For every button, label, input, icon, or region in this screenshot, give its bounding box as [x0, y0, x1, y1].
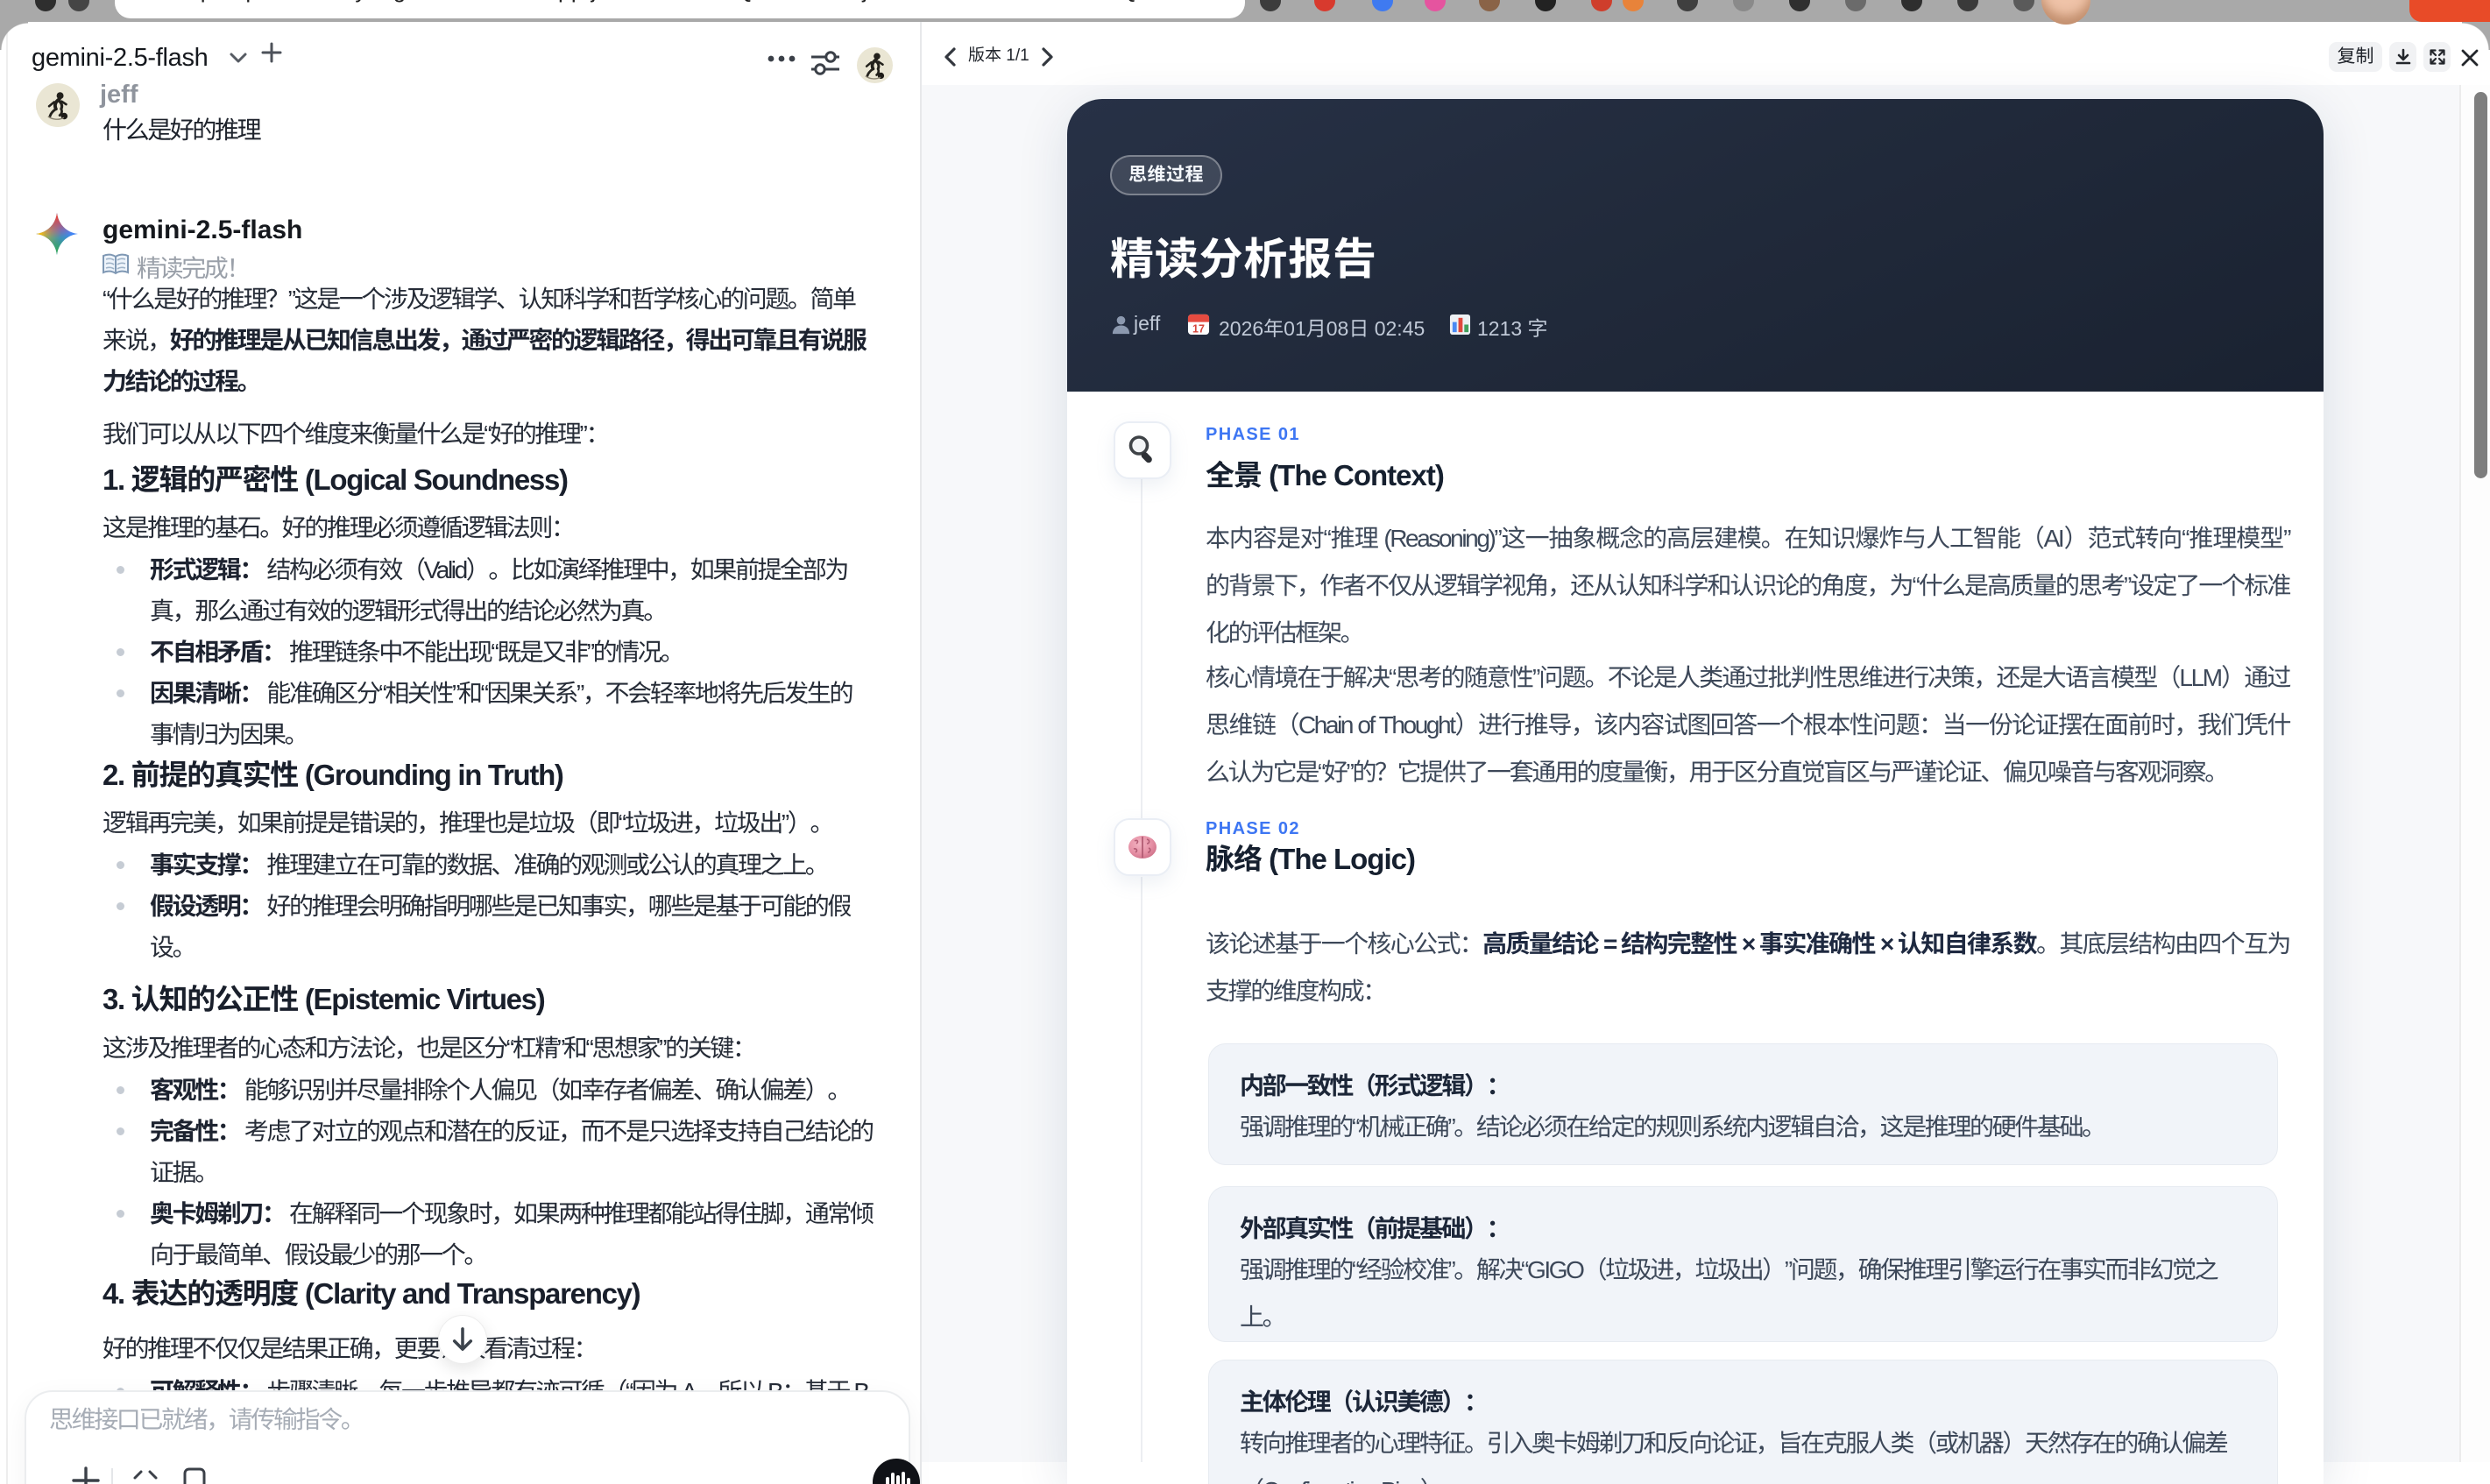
svg-text:17: 17: [1192, 323, 1205, 336]
